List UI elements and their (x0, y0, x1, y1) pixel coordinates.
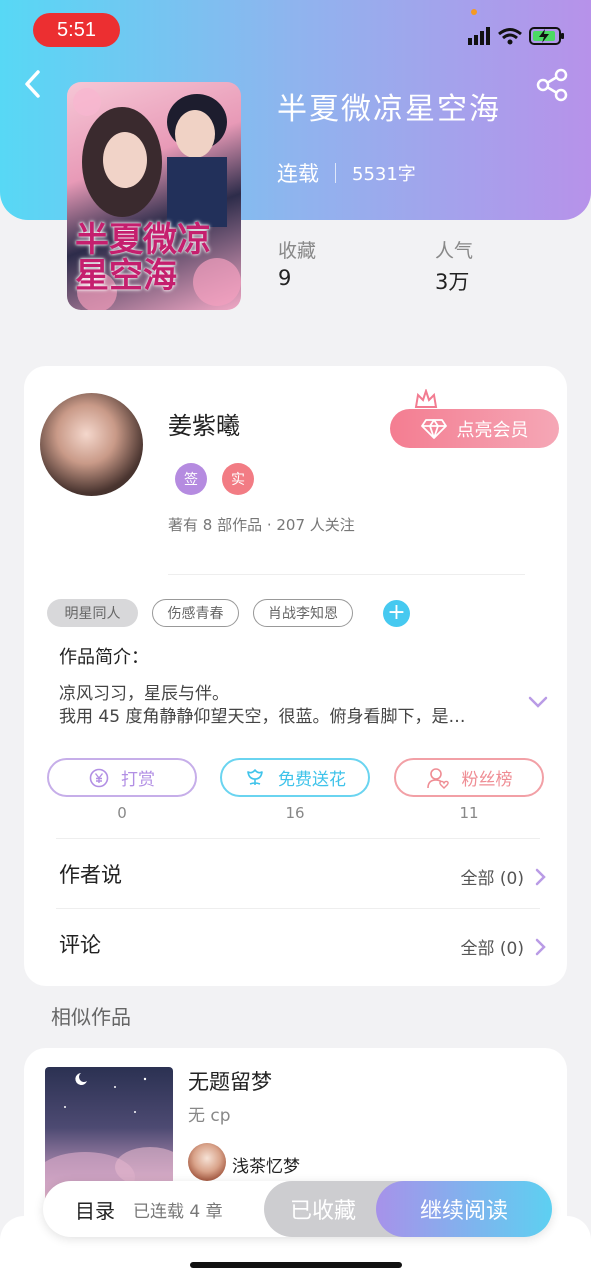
badge-verified: 实 (222, 463, 254, 495)
stat-popularity-label: 人气 (435, 240, 474, 262)
similar-author-avatar (188, 1143, 226, 1181)
continue-reading-button[interactable]: 继续阅读 (376, 1181, 552, 1237)
chevron-down-icon (528, 696, 548, 708)
stat-favorites-value: 9 (278, 266, 292, 290)
comments-link[interactable]: 全部 (0) (461, 934, 546, 959)
author-badges: 签 实 (175, 463, 254, 495)
share-button[interactable] (534, 68, 570, 102)
book-cover[interactable]: 半夏微凉星空海 (67, 82, 241, 310)
flower-icon (247, 768, 263, 785)
send-flower-label: 免费送花 (278, 770, 346, 790)
add-tag-button[interactable]: + (383, 599, 410, 627)
serial-status: 连载 (277, 162, 319, 186)
home-indicator (190, 1262, 402, 1268)
fan-ranking-button[interactable]: 粉丝榜 (394, 758, 544, 797)
intro-line-2: 我用 45 度角静静仰望天空，很蓝。俯身看脚下，是… (59, 707, 466, 727)
reward-label: 打赏 (121, 770, 155, 790)
cover-title-text: 半夏微凉星空海 (75, 220, 211, 296)
status-icons (466, 24, 568, 48)
author-notes-title: 作者说 (59, 863, 122, 887)
meta-divider (335, 163, 336, 183)
reward-button[interactable]: 打赏 (47, 758, 197, 797)
author-notes-count: 全部 (0) (460, 869, 524, 889)
author-avatar[interactable] (40, 393, 143, 496)
reward-count: 0 (117, 804, 127, 822)
comments-row[interactable]: 评论 全部 (0) (56, 920, 546, 974)
intro-heading: 作品简介： (59, 647, 149, 668)
chevron-right-icon (535, 868, 546, 885)
similar-subtitle: 无 cp (188, 1106, 231, 1126)
back-button[interactable] (18, 66, 50, 102)
author-info: 著有 8 部作品 · 207 人关注 (168, 516, 355, 534)
orange-dot-indicator (471, 9, 477, 15)
status-time: 5:51 (33, 13, 120, 47)
comments-count: 全部 (0) (460, 939, 524, 959)
book-title: 半夏微凉星空海 (277, 92, 501, 127)
tag-item[interactable]: 明星同人 (47, 599, 138, 627)
divider (56, 838, 540, 839)
similar-title[interactable]: 无题留梦 (188, 1066, 272, 1096)
chapter-count: 已连载 4 章 (133, 1201, 223, 1222)
intro-line-1: 凉风习习，星辰与伴。 (59, 684, 229, 704)
chevron-right-icon (535, 938, 546, 955)
comments-title: 评论 (59, 933, 101, 957)
divider (168, 574, 525, 575)
send-flower-button[interactable]: 免费送花 (220, 758, 370, 797)
tag-list: 明星同人 伤感青春 肖战李知恩 + (47, 599, 410, 627)
word-count: 5531字 (352, 164, 416, 185)
author-notes-link[interactable]: 全部 (0) (461, 864, 546, 889)
fan-ranking-label: 粉丝榜 (461, 770, 513, 790)
similar-heading: 相似作品 (51, 1005, 131, 1029)
expand-intro-button[interactable] (527, 694, 549, 710)
flower-count: 16 (285, 804, 305, 822)
stat-popularity-value: 3万 (435, 270, 470, 294)
chevron-left-icon (25, 70, 40, 98)
badge-signed: 签 (175, 463, 207, 495)
catalog-button[interactable]: 目录 已连载 4 章 (75, 1181, 223, 1237)
book-meta: 连载 5531字 (277, 158, 416, 188)
vip-label: 点亮会员 (456, 419, 529, 441)
author-notes-row[interactable]: 作者说 全部 (0) (56, 850, 546, 904)
yuan-coin-icon (89, 768, 109, 787)
crown-icon (414, 387, 438, 409)
divider (56, 908, 540, 909)
vip-button[interactable]: 点亮会员 (390, 409, 559, 448)
similar-author-name: 浅茶忆梦 (232, 1157, 300, 1177)
signal-wifi-battery-icon (468, 27, 564, 45)
user-heart-icon (426, 767, 449, 789)
tag-item[interactable]: 伤感青春 (152, 599, 239, 627)
fan-count: 11 (459, 804, 479, 822)
stat-favorites-label: 收藏 (278, 240, 317, 262)
tag-item[interactable]: 肖战李知恩 (253, 599, 353, 627)
catalog-label: 目录 (75, 1198, 115, 1223)
author-name[interactable]: 姜紫曦 (168, 406, 240, 441)
share-icon (536, 68, 568, 102)
diamond-icon (420, 418, 447, 439)
